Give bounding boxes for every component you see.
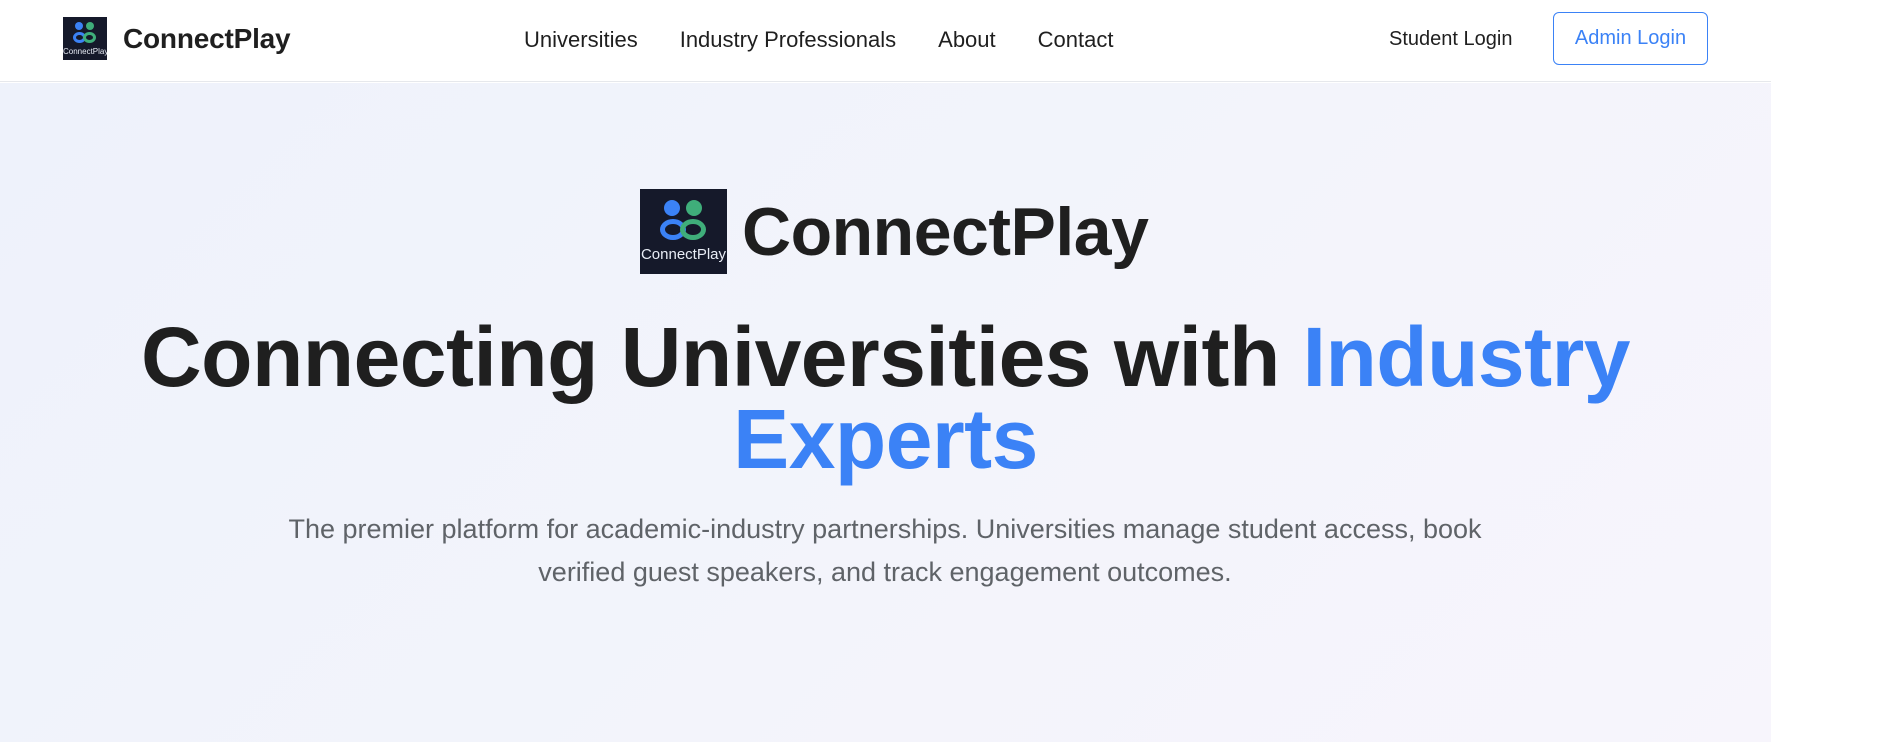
nav-link-universities[interactable]: Universities <box>524 27 638 53</box>
connectplay-logo-icon: ConnectPlay <box>640 189 727 274</box>
hero-title: Connecting Universities with Industry Ex… <box>0 315 1771 481</box>
hero-subtitle: The premier platform for academic-indust… <box>288 514 1482 587</box>
page: ConnectPlay ConnectPlay Universities Ind… <box>0 0 1771 742</box>
student-login-link[interactable]: Student Login <box>1389 27 1512 51</box>
connectplay-logo-icon: ConnectPlay <box>63 17 107 60</box>
brand-home-link[interactable]: ConnectPlay ConnectPlay <box>63 17 291 60</box>
nav-link-industry-professionals[interactable]: Industry Professionals <box>680 27 896 53</box>
hero-section: ConnectPlay ConnectPlay Connecting Unive… <box>0 83 1771 742</box>
logo-caption: ConnectPlay <box>63 47 107 56</box>
hero-brand-name: ConnectPlay <box>742 193 1149 270</box>
main-nav: Universities Industry Professionals Abou… <box>524 27 1113 53</box>
nav-link-about[interactable]: About <box>938 27 996 53</box>
logo-caption: ConnectPlay <box>640 246 727 263</box>
nav-link-contact[interactable]: Contact <box>1038 27 1114 53</box>
top-nav-bar: ConnectPlay ConnectPlay Universities Ind… <box>0 0 1771 82</box>
brand-name: ConnectPlay <box>123 22 291 54</box>
hero-brand: ConnectPlay ConnectPlay <box>640 189 1149 274</box>
hero-title-prefix: Connecting Universities with <box>140 310 1303 404</box>
admin-login-button[interactable]: Admin Login <box>1553 12 1708 65</box>
